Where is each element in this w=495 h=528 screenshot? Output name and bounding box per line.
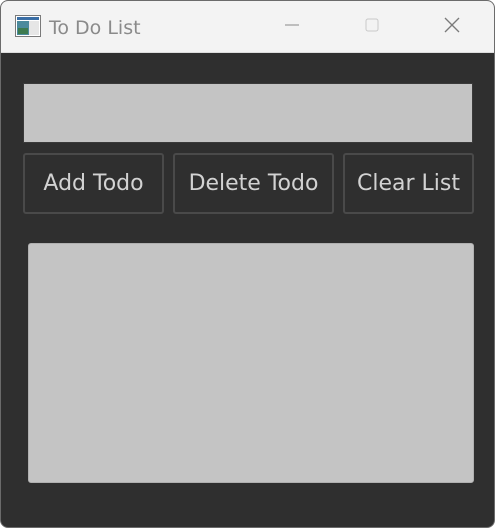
close-button[interactable] (417, 1, 487, 53)
window-title: To Do List (49, 17, 141, 39)
clear-list-button[interactable]: Clear List (343, 153, 474, 214)
close-icon (443, 16, 461, 38)
app-window: To Do List Add Todo Delete Todo Clear Li… (0, 0, 495, 528)
delete-todo-button[interactable]: Delete Todo (173, 153, 334, 214)
main-content: Add Todo Delete Todo Clear List (1, 53, 494, 527)
todo-input[interactable] (23, 83, 473, 143)
minimize-button[interactable] (257, 1, 327, 53)
title-bar[interactable]: To Do List (1, 1, 494, 53)
maximize-button[interactable] (337, 1, 407, 53)
add-todo-button[interactable]: Add Todo (23, 153, 164, 214)
maximize-icon (364, 17, 380, 37)
todo-list[interactable] (28, 243, 474, 483)
app-window-icon (15, 15, 41, 37)
minimize-icon (284, 17, 300, 37)
